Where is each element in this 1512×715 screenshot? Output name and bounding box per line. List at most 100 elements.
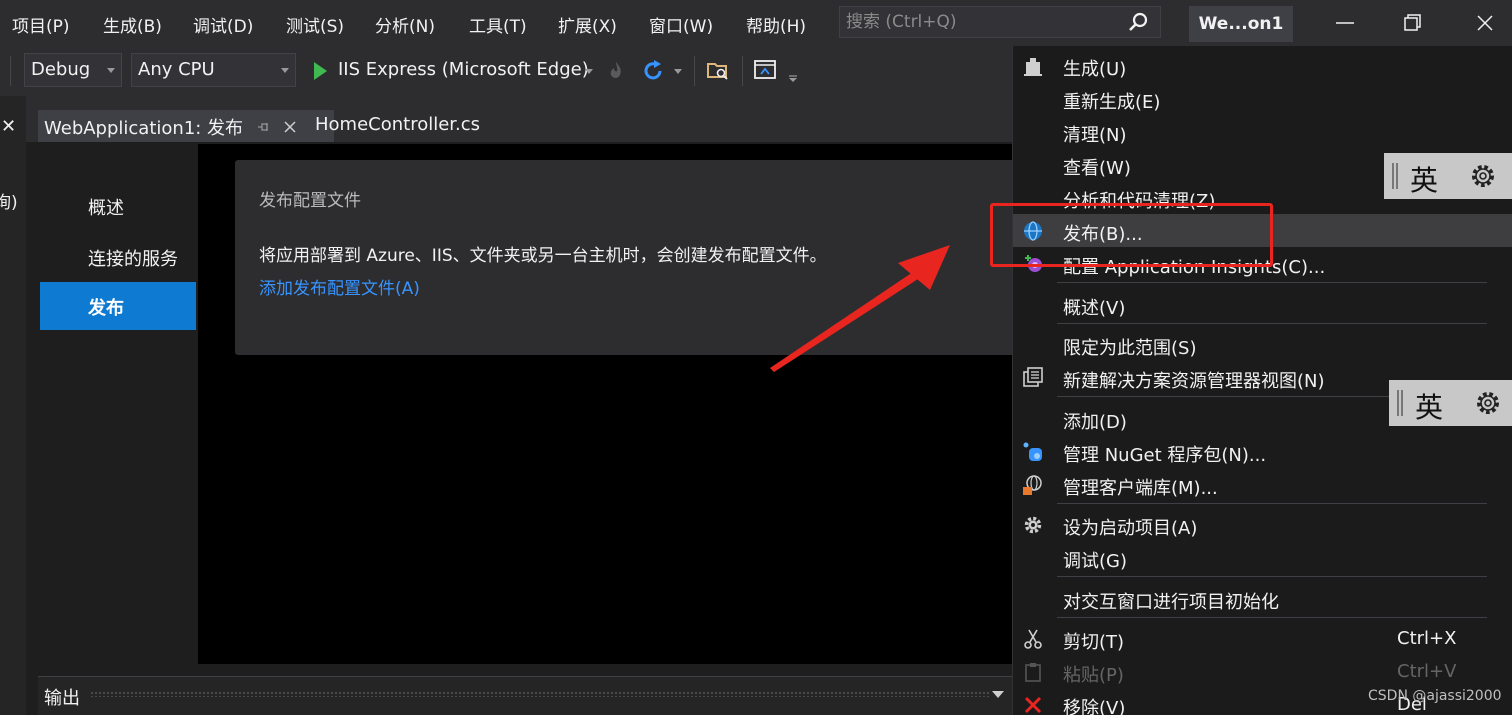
menu-item-cut[interactable]: 剪切(T) Ctrl+X [1013,622,1512,655]
drag-handle-icon[interactable] [1397,390,1403,416]
gear-icon [1024,516,1042,534]
publish-page: 概述 连接的服务 发布 发布配置文件 将应用部署到 Azure、IIS、文件夹或… [38,144,1018,664]
menu-analyze[interactable]: 分析(N) [375,12,435,37]
menu-item-label: 管理客户端库(M)... [1063,478,1218,499]
menu-item-label: 对交互窗口进行项目初始化 [1063,592,1279,613]
chevron-down-icon[interactable] [992,691,1004,698]
output-panel-header: 输出 [38,676,1018,715]
ime-toolbar[interactable]: 英 [1389,380,1512,426]
publish-nav: 概述 连接的服务 发布 [38,144,198,664]
run-target-button[interactable]: IIS Express (Microsoft Edge) [338,59,589,80]
hot-reload-icon[interactable] [606,60,626,82]
menu-item-shortcut: Ctrl+X [1397,628,1457,649]
menu-separator [1057,617,1487,618]
menu-help[interactable]: 帮助(H) [746,12,806,37]
minimize-icon[interactable] [1330,8,1360,38]
menu-test[interactable]: 测试(S) [286,12,344,37]
nav-item-connected-services[interactable]: 连接的服务 [88,245,178,271]
paste-icon [1025,663,1041,682]
solution-name-badge[interactable]: We...on1 [1189,6,1293,42]
menu-item-label: 新建解决方案资源管理器视图(N) [1063,371,1325,392]
menu-item-scope[interactable]: 限定为此范围(S) [1013,328,1512,361]
browse-window-icon[interactable] [753,58,777,82]
gear-icon[interactable] [1468,161,1498,191]
menu-item-label: 剪切(T) [1063,632,1125,653]
scissors-icon [1024,629,1042,649]
client-library-icon [1023,475,1042,495]
toolbar-separator [694,56,695,86]
menu-item-label: 管理 NuGet 程序包(N)... [1063,445,1267,466]
menu-item-label: 清理(N) [1063,125,1127,146]
refresh-icon[interactable] [640,58,666,84]
platform-dropdown[interactable]: Any CPU [131,53,296,87]
drag-handle-icon[interactable] [1392,163,1398,189]
watermark: CSDN @ajassi2000 [1368,688,1502,704]
nav-item-publish[interactable]: 发布 [40,282,196,330]
search-input[interactable] [846,10,1116,34]
close-icon[interactable] [1470,8,1500,38]
folder-search-icon[interactable] [706,58,730,82]
add-publish-profile-link[interactable]: 添加发布配置文件(A) [259,274,420,299]
menu-project[interactable]: 项目(P) [12,12,70,37]
menu-debug[interactable]: 调试(D) [193,12,253,37]
platform-value: Any CPU [138,59,215,80]
gear-icon[interactable] [1473,388,1503,418]
menu-item-client-libraries[interactable]: 管理客户端库(M)... [1013,468,1512,501]
menu-separator [1057,503,1487,504]
config-dropdown[interactable]: Debug [24,53,122,87]
config-value: Debug [31,59,91,80]
menu-item-label: 设为启动项目(A) [1063,518,1198,539]
search-icon[interactable] [1128,12,1148,32]
menu-item-rebuild[interactable]: 重新生成(E) [1013,82,1512,115]
close-tab-icon[interactable] [282,119,298,135]
tab-homecontroller[interactable]: HomeController.cs [315,114,480,135]
menu-item-label: 查看(W) [1063,158,1131,179]
delete-icon [1024,696,1042,714]
publish-profile-card: 发布配置文件 将应用部署到 Azure、IIS、文件夹或另一台主机时，会创建发布… [235,160,1018,355]
menu-item-label: 调试(G) [1063,551,1127,572]
tab-webapplication1-publish[interactable]: WebApplication1: 发布 [38,110,334,142]
output-title: 输出 [44,688,80,709]
chevron-down-icon[interactable] [672,66,684,76]
menu-item-build[interactable]: 生成(U) [1013,49,1512,82]
card-title: 发布配置文件 [259,191,361,211]
menu-build[interactable]: 生成(B) [103,12,162,37]
ime-mode-label[interactable]: 英 [1415,386,1443,426]
menu-separator [1057,323,1487,324]
menu-item-label: 添加(D) [1063,412,1127,433]
close-icon[interactable]: ✕ [1,116,16,137]
menu-item-set-startup[interactable]: 设为启动项目(A) [1013,508,1512,541]
chevron-down-icon [107,68,115,73]
left-tool-strip: ✕ 询) [0,96,26,715]
menu-item-clean[interactable]: 清理(N) [1013,115,1512,148]
restore-icon[interactable] [1398,8,1428,38]
menu-separator [1057,576,1487,577]
tab-label: WebApplication1: 发布 [44,118,244,139]
card-description: 将应用部署到 Azure、IIS、文件夹或另一台主机时，会创建发布配置文件。 [259,246,827,266]
build-icon [1024,58,1042,76]
ime-mode-label[interactable]: 英 [1410,159,1438,199]
nuget-icon [1023,442,1042,461]
menu-extensions[interactable]: 扩展(X) [558,12,617,37]
pin-icon[interactable] [256,120,270,134]
menu-item-label: 移除(V) [1063,698,1126,715]
menu-item-overview[interactable]: 概述(V) [1013,288,1512,321]
menu-window[interactable]: 窗口(W) [649,12,713,37]
menu-separator [1057,282,1487,283]
toolbar-separator [742,56,743,86]
nav-item-overview[interactable]: 概述 [88,194,124,220]
play-icon[interactable] [314,62,327,80]
menu-item-label: 粘贴(P) [1063,665,1124,686]
menu-item-debug[interactable]: 调试(G) [1013,541,1512,574]
nav-item-label: 发布 [88,298,124,319]
menu-item-label: 限定为此范围(S) [1063,338,1197,359]
menu-item-manage-nuget[interactable]: 管理 NuGet 程序包(N)... [1013,435,1512,468]
menu-item-interactive-init[interactable]: 对交互窗口进行项目初始化 [1013,582,1512,615]
chevron-down-icon[interactable] [583,66,595,76]
menu-tools[interactable]: 工具(T) [469,12,527,37]
toolbar-overflow-icon[interactable] [787,74,799,84]
left-panel-fragment: 询) [0,193,18,213]
new-view-icon [1023,367,1043,387]
ime-toolbar[interactable]: 英 [1384,153,1512,199]
menu-item-label: 概述(V) [1063,298,1126,319]
